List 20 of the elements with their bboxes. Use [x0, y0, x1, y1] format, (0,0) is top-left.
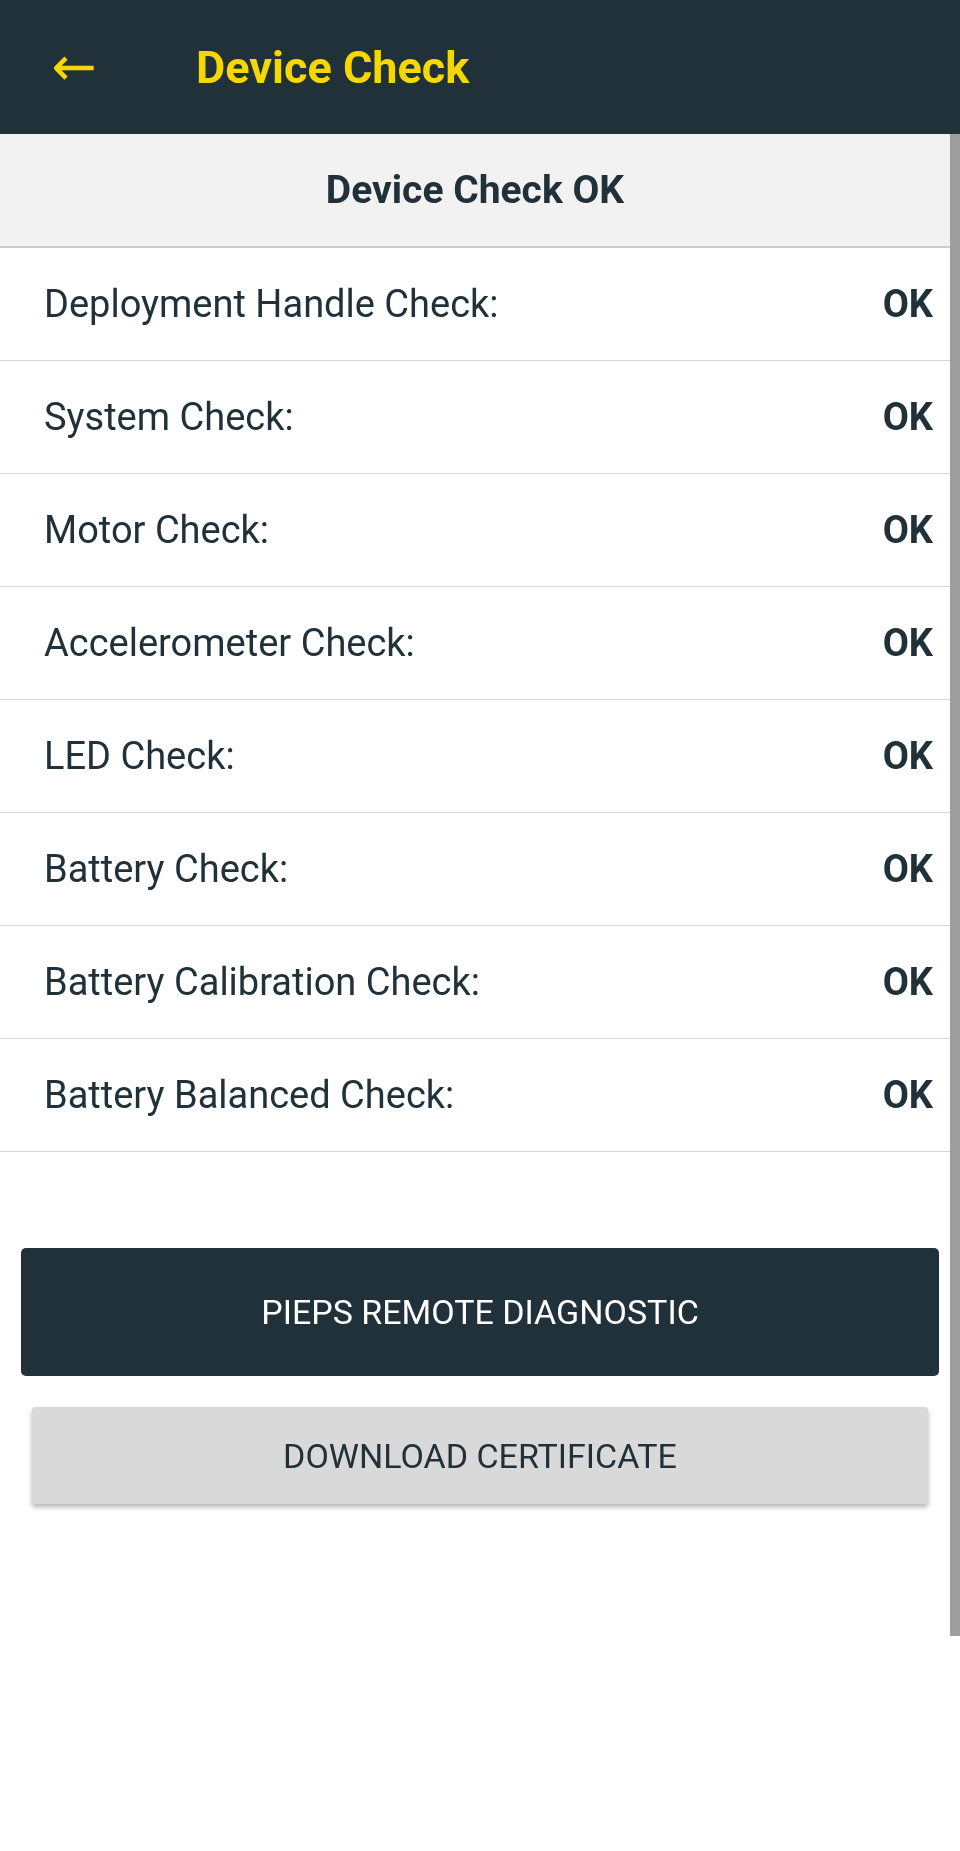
screen-title: Device Check	[196, 40, 470, 94]
check-label: Motor Check:	[44, 508, 270, 552]
check-result: OK	[882, 282, 933, 326]
diagnostic-button[interactable]: PIEPS REMOTE DIAGNOSTIC	[21, 1248, 939, 1376]
check-label: Battery Balanced Check:	[44, 1073, 455, 1117]
check-result: OK	[882, 847, 933, 891]
check-result: OK	[882, 960, 933, 1004]
check-result: OK	[882, 395, 933, 439]
back-button[interactable]: ←	[46, 40, 102, 94]
check-label: Battery Calibration Check:	[44, 960, 480, 1004]
check-label: Accelerometer Check:	[44, 621, 415, 665]
check-result: OK	[882, 508, 933, 552]
check-label: Deployment Handle Check:	[44, 282, 499, 326]
check-result: OK	[882, 734, 933, 778]
check-label: Battery Check:	[44, 847, 289, 891]
check-result: OK	[882, 1073, 933, 1117]
download-button[interactable]: DOWNLOAD CERTIFICATE	[32, 1407, 928, 1504]
check-result: OK	[882, 621, 933, 665]
check-label: System Check:	[44, 395, 294, 439]
check-label: LED Check:	[44, 734, 235, 778]
